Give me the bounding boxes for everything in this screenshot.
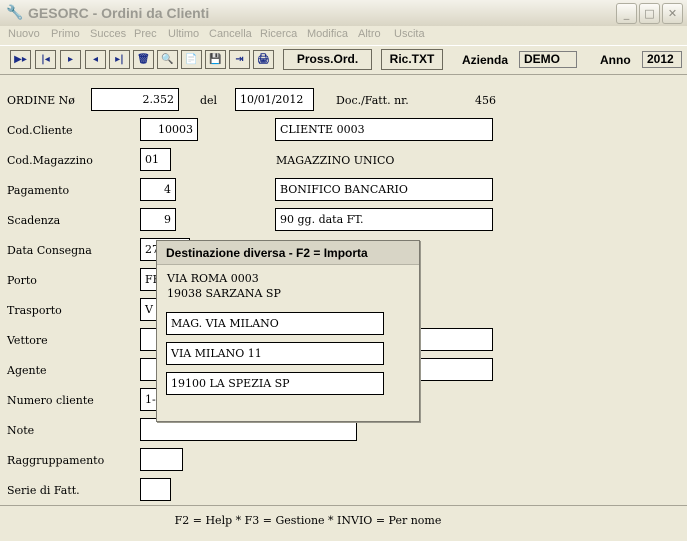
scadenza-field[interactable]: 9 <box>140 208 176 231</box>
serie-field[interactable] <box>140 478 171 501</box>
prev-icon[interactable]: ◂ <box>85 50 106 69</box>
scadenza-desc-field[interactable]: 90 gg. data FT. <box>275 208 493 231</box>
docfatt-label: Doc./Fatt. nr. <box>336 94 409 107</box>
export-icon[interactable]: ⇥ <box>229 50 250 69</box>
title-bar: 🔧 GESORC - Ordini da Clienti _ □ ✕ <box>0 0 687 27</box>
ordine-number-field[interactable]: 2.352 <box>91 88 179 111</box>
status-bar: F2 = Help * F3 = Gestione * INVIO = Per … <box>0 505 687 534</box>
toolbar: ▶▸ |◂ ▸ ◂ ▸| 🗑 🔍 📄 💾 ⇥ 🖨 Pross.Ord. Ric.… <box>0 45 687 75</box>
popup-title: Destinazione diversa - F2 = Importa <box>157 241 419 265</box>
window-title: GESORC - Ordini da Clienti <box>28 5 210 21</box>
popup-address-line1: VIA ROMA 0003 <box>167 272 259 285</box>
printer-icon[interactable]: 🖨 <box>253 50 274 69</box>
menu-prec[interactable]: Prec <box>134 28 157 40</box>
pagamento-label: Pagamento <box>7 184 70 197</box>
popup-address-line2: 19038 SARZANA SP <box>167 287 281 300</box>
ric-txt-button[interactable]: Ric.TXT <box>381 49 443 70</box>
menu-nuovo[interactable]: Nuovo <box>8 28 40 40</box>
cliente-name-field[interactable]: CLIENTE 0003 <box>275 118 493 141</box>
close-button[interactable]: ✕ <box>662 3 683 24</box>
binoculars-icon[interactable]: 🔍 <box>157 50 178 69</box>
menu-ricerca[interactable]: Ricerca <box>260 28 297 40</box>
order-date-field[interactable]: 10/01/2012 <box>235 88 314 111</box>
magazzino-name: MAGAZZINO UNICO <box>276 154 395 167</box>
menu-succes[interactable]: Succes <box>90 28 126 40</box>
menu-cancella[interactable]: Cancella <box>209 28 252 40</box>
note-label: Note <box>7 424 35 437</box>
minimize-icon: _ <box>623 7 630 20</box>
destination-name-field[interactable]: MAG. VIA MILANO <box>166 312 384 335</box>
cod-cliente-field[interactable]: 10003 <box>140 118 198 141</box>
destinazione-popup: Destinazione diversa - F2 = Importa VIA … <box>156 240 420 422</box>
pross-ord-button[interactable]: Pross.Ord. <box>283 49 372 70</box>
trasporto-label: Trasporto <box>7 304 62 317</box>
pagamento-field[interactable]: 4 <box>140 178 176 201</box>
cod-magazzino-label: Cod.Magazzino <box>7 154 93 167</box>
menu-modifica[interactable]: Modifica <box>307 28 348 40</box>
destination-street-field[interactable]: VIA MILANO 11 <box>166 342 384 365</box>
azienda-label: Azienda <box>462 53 509 67</box>
cod-cliente-label: Cod.Cliente <box>7 124 73 137</box>
close-icon: ✕ <box>667 7 678 20</box>
pagamento-desc-field[interactable]: BONIFICO BANCARIO <box>275 178 493 201</box>
menu-primo[interactable]: Primo <box>51 28 80 40</box>
skip-back-icon[interactable]: |◂ <box>35 50 56 69</box>
menu-ultimo[interactable]: Ultimo <box>168 28 199 40</box>
status-hint: F2 = Help * F3 = Gestione * INVIO = Per … <box>174 514 442 527</box>
document-icon[interactable]: 📄 <box>181 50 202 69</box>
agente-label: Agente <box>7 364 47 377</box>
next-icon[interactable]: ▸ <box>60 50 81 69</box>
cod-magazzino-field[interactable]: 01 <box>140 148 171 171</box>
first-record-icon[interactable]: ▶▸ <box>10 50 31 69</box>
menu-altro[interactable]: Altro <box>358 28 381 40</box>
numero-cliente-label: Numero cliente <box>7 394 94 407</box>
del-label: del <box>200 94 218 107</box>
scadenza-label: Scadenza <box>7 214 61 227</box>
porto-label: Porto <box>7 274 37 287</box>
wrench-icon: 🔧 <box>6 5 24 21</box>
raggruppamento-field[interactable] <box>140 448 183 471</box>
menu-uscita[interactable]: Uscita <box>394 28 425 40</box>
anno-value: 2012 <box>642 51 682 68</box>
minimize-button[interactable]: _ <box>616 3 637 24</box>
trash-icon[interactable]: 🗑 <box>133 50 154 69</box>
data-consegna-label: Data Consegna <box>7 244 92 257</box>
docfatt-value: 456 <box>475 94 496 107</box>
azienda-value: DEMO <box>519 51 577 68</box>
anno-label: Anno <box>600 53 631 67</box>
maximize-button[interactable]: □ <box>639 3 660 24</box>
ordine-label: ORDINE Nø <box>7 94 75 107</box>
vettore-label: Vettore <box>7 334 48 347</box>
maximize-icon: □ <box>644 7 655 20</box>
raggruppamento-label: Raggruppamento <box>7 454 105 467</box>
save-icon[interactable]: 💾 <box>205 50 226 69</box>
last-record-icon[interactable]: ▸| <box>109 50 130 69</box>
destination-city-field[interactable]: 19100 LA SPEZIA SP <box>166 372 384 395</box>
serie-label: Serie di Fatt. <box>7 484 80 497</box>
app-window: 🔧 GESORC - Ordini da Clienti _ □ ✕ Nuovo… <box>0 0 687 541</box>
menu-bar: Nuovo Primo Succes Prec Ultimo Cancella … <box>0 26 687 45</box>
